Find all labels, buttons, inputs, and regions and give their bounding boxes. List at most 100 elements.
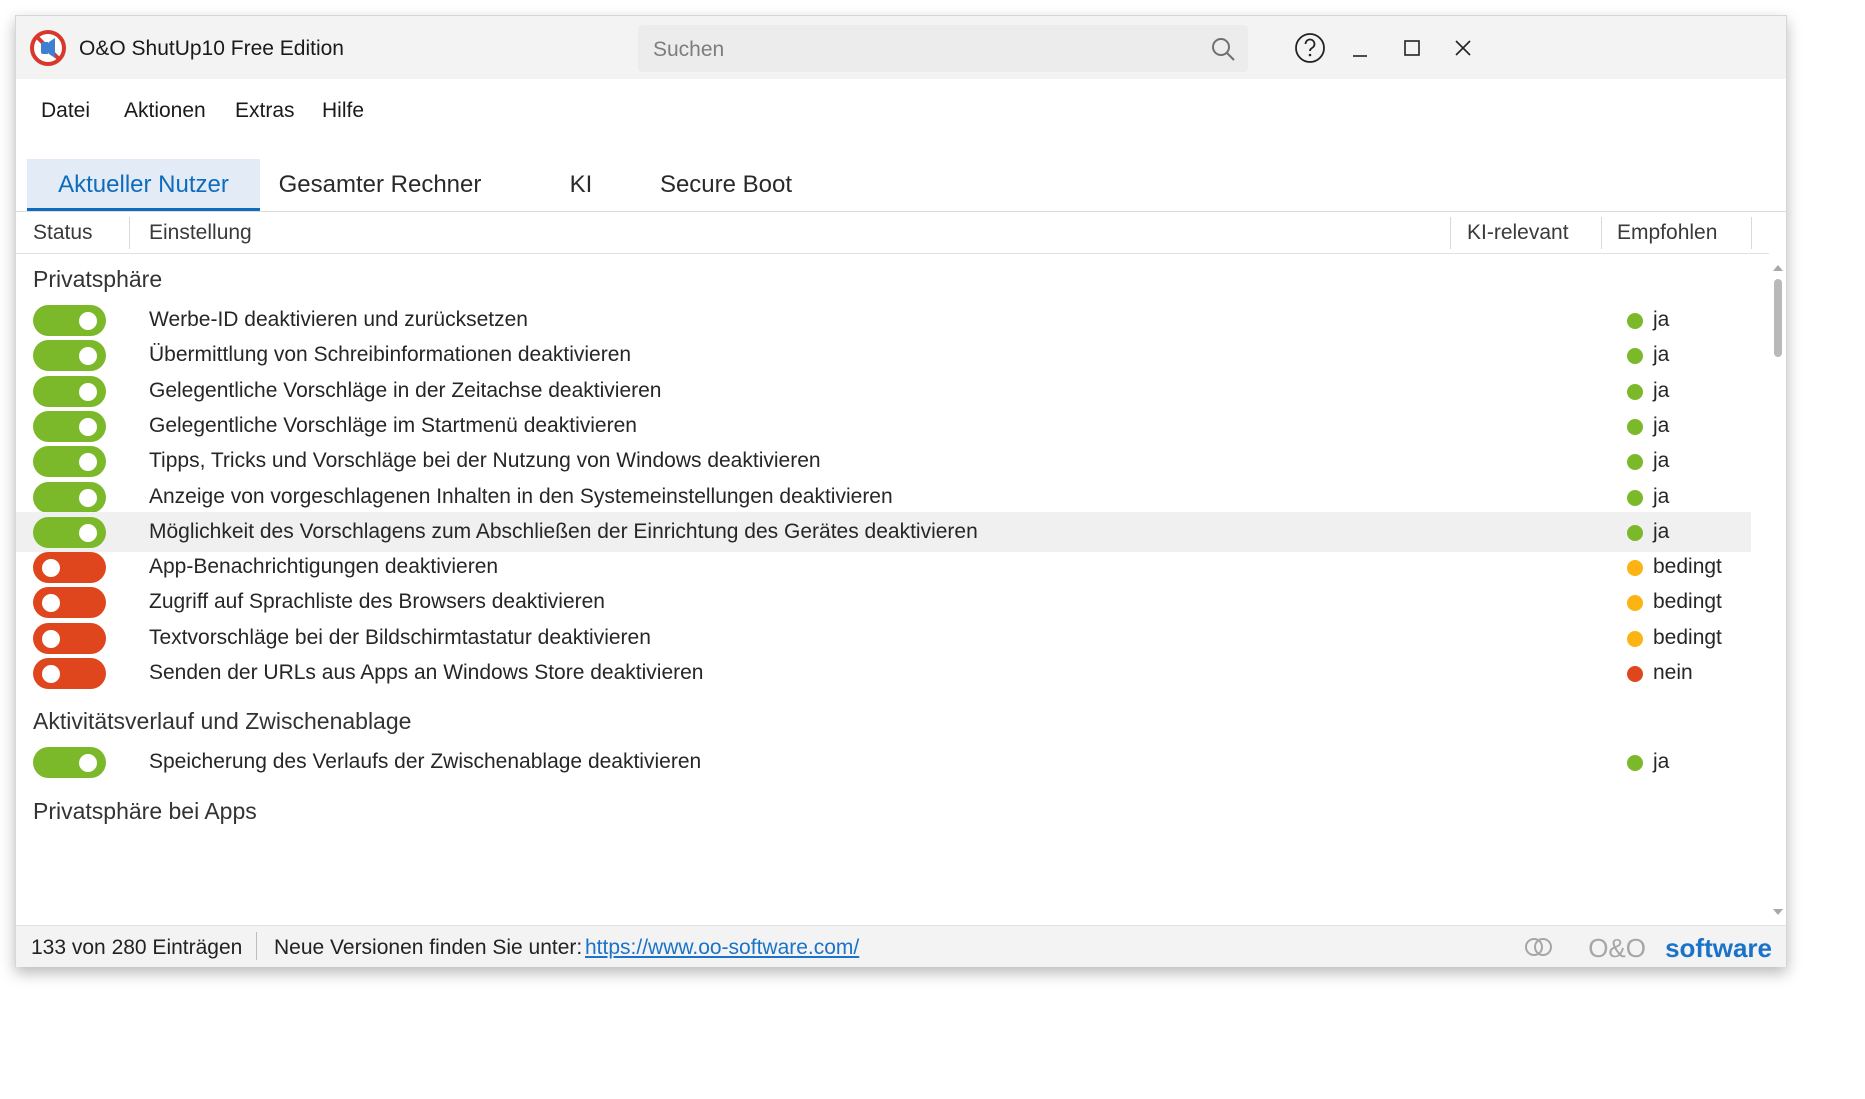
oo-logo-icon — [1525, 938, 1552, 956]
setting-row[interactable]: Möglichkeit des Vorschlagens zum Abschli… — [16, 512, 1751, 552]
maximize-icon[interactable] — [1392, 28, 1432, 68]
recommendation-text: bedingt — [1653, 590, 1722, 613]
recommendation-dot-icon — [1627, 313, 1643, 329]
minimize-icon[interactable] — [1341, 28, 1381, 68]
column-divider[interactable] — [1450, 217, 1451, 249]
search-input[interactable] — [638, 25, 1195, 74]
recommendation-dot-icon — [1627, 666, 1643, 682]
menu-extras[interactable]: Extras — [235, 99, 295, 123]
group-title: Privatsphäre bei Apps — [33, 797, 257, 824]
setting-row[interactable]: Gelegentliche Vorschläge im Startmenü de… — [16, 406, 1751, 446]
recommendation-text: ja — [1653, 308, 1670, 331]
tab-gesamter-rechner[interactable]: Gesamter Rechner — [260, 159, 500, 211]
scroll-up-icon[interactable] — [1773, 265, 1783, 271]
setting-toggle[interactable] — [33, 482, 106, 513]
update-note: Neue Versionen finden Sie unter: — [274, 936, 583, 959]
setting-label: Textvorschläge bei der Bildschirmtastatu… — [149, 626, 651, 649]
recommendation-dot-icon — [1627, 384, 1643, 400]
column-recommended[interactable]: Empfohlen — [1617, 212, 1717, 253]
toggle-knob — [42, 559, 60, 577]
recommendation-dot-icon — [1627, 560, 1643, 576]
setting-toggle[interactable] — [33, 658, 106, 689]
setting-row[interactable]: Zugriff auf Sprachliste des Browsers dea… — [16, 582, 1751, 622]
setting-row[interactable]: App-Benachrichtigungen deaktivieren bedin… — [16, 547, 1751, 587]
setting-toggle[interactable] — [33, 340, 106, 371]
recommendation-dot-icon — [1627, 631, 1643, 647]
setting-row[interactable]: Speicherung des Verlaufs der Zwischenabl… — [16, 742, 1751, 782]
title-bar: O&O ShutUp10 Free Edition — [16, 16, 1786, 79]
column-ai-relevant[interactable]: KI-relevant — [1467, 212, 1569, 253]
brand-name: O&O — [1588, 933, 1646, 963]
entry-count: 133 von 280 Einträgen — [31, 936, 243, 959]
setting-label: Werbe-ID deaktivieren und zurücksetzen — [149, 308, 528, 331]
column-divider[interactable] — [129, 217, 130, 249]
recommendation-dot-icon — [1627, 525, 1643, 541]
tab-ki[interactable]: KI — [546, 159, 616, 211]
vertical-scrollbar[interactable] — [1769, 253, 1786, 925]
setting-toggle[interactable] — [33, 305, 106, 336]
status-divider — [256, 932, 257, 960]
setting-label: Gelegentliche Vorschläge im Startmenü de… — [149, 414, 637, 437]
recommendation-text: bedingt — [1653, 626, 1722, 649]
recommendation-dot-icon — [1627, 419, 1643, 435]
menu-hilfe[interactable]: Hilfe — [322, 99, 364, 123]
close-icon[interactable] — [1443, 28, 1483, 68]
setting-toggle[interactable] — [33, 517, 106, 548]
setting-toggle[interactable] — [33, 411, 106, 442]
menu-bar: Datei Aktionen Extras Hilfe — [16, 79, 1786, 139]
recommendation-dot-icon — [1627, 454, 1643, 470]
setting-row[interactable]: Werbe-ID deaktivieren und zurücksetzen ja — [16, 300, 1751, 340]
setting-label: App-Benachrichtigungen deaktivieren — [149, 555, 499, 578]
setting-label: Senden der URLs aus Apps an Windows Stor… — [149, 661, 704, 684]
column-setting[interactable]: Einstellung — [149, 212, 252, 253]
setting-label: Zugriff auf Sprachliste des Browsers dea… — [149, 590, 605, 613]
setting-toggle[interactable] — [33, 552, 106, 583]
setting-toggle[interactable] — [33, 446, 106, 477]
status-bar: 133 von 280 Einträgen Neue Versionen fin… — [16, 925, 1786, 967]
recommendation-text: ja — [1653, 520, 1670, 543]
tab-aktueller-nutzer[interactable]: Aktueller Nutzer — [27, 159, 260, 211]
search-box[interactable] — [638, 25, 1248, 74]
menu-datei[interactable]: Datei — [41, 99, 90, 123]
toggle-knob — [79, 489, 97, 507]
website-link[interactable]: https://www.oo-software.com/ — [585, 936, 859, 960]
settings-list: Privatsphäre Werbe-ID deaktivieren und zu… — [16, 254, 1769, 924]
app-window: O&O ShutUp10 Free Edition Suchen Datei A… — [15, 15, 1787, 967]
shutup-logo-icon — [30, 30, 66, 66]
column-status[interactable]: Status — [33, 212, 93, 253]
recommendation-text: ja — [1653, 414, 1670, 437]
tab-secure-boot[interactable]: Secure Boot — [646, 159, 806, 211]
setting-label: Möglichkeit des Vorschlagens zum Abschli… — [149, 520, 978, 543]
recommendation-dot-icon — [1627, 595, 1643, 611]
recommendation-text: ja — [1653, 485, 1670, 508]
setting-toggle[interactable] — [33, 587, 106, 618]
recommendation-dot-icon — [1627, 348, 1643, 364]
brand-software: software — [1665, 933, 1772, 963]
tab-bar: Aktueller Nutzer Gesamter Rechner KI Sec… — [16, 141, 1786, 212]
toggle-knob — [42, 594, 60, 612]
help-icon[interactable] — [1290, 28, 1330, 68]
setting-label: Tipps, Tricks und Vorschläge bei der Nut… — [149, 449, 821, 472]
setting-toggle[interactable] — [33, 623, 106, 654]
toggle-knob — [79, 312, 97, 330]
setting-row[interactable]: Anzeige von vorgeschlagenen Inhalten in … — [16, 477, 1751, 517]
toggle-knob — [42, 665, 60, 683]
scroll-down-icon[interactable] — [1773, 909, 1783, 915]
setting-row[interactable]: Übermittlung von Schreibinformationen de… — [16, 335, 1751, 375]
recommendation-text: ja — [1653, 449, 1670, 472]
toggle-knob — [79, 383, 97, 401]
setting-row[interactable]: Tipps, Tricks und Vorschläge bei der Nut… — [16, 441, 1751, 481]
setting-row[interactable]: Textvorschläge bei der Bildschirmtastatu… — [16, 618, 1751, 658]
column-divider[interactable] — [1751, 217, 1752, 249]
scroll-thumb[interactable] — [1774, 279, 1782, 357]
setting-label: Anzeige von vorgeschlagenen Inhalten in … — [149, 485, 893, 508]
setting-row[interactable]: Senden der URLs aus Apps an Windows Stor… — [16, 653, 1751, 693]
column-divider[interactable] — [1601, 217, 1602, 249]
setting-toggle[interactable] — [33, 376, 106, 407]
window-title: O&O ShutUp10 Free Edition — [79, 37, 344, 60]
setting-toggle[interactable] — [33, 747, 106, 778]
recommendation-text: ja — [1653, 379, 1670, 402]
menu-aktionen[interactable]: Aktionen — [124, 99, 206, 123]
search-icon[interactable] — [1210, 36, 1236, 62]
setting-row[interactable]: Gelegentliche Vorschläge in der Zeitachs… — [16, 371, 1751, 411]
